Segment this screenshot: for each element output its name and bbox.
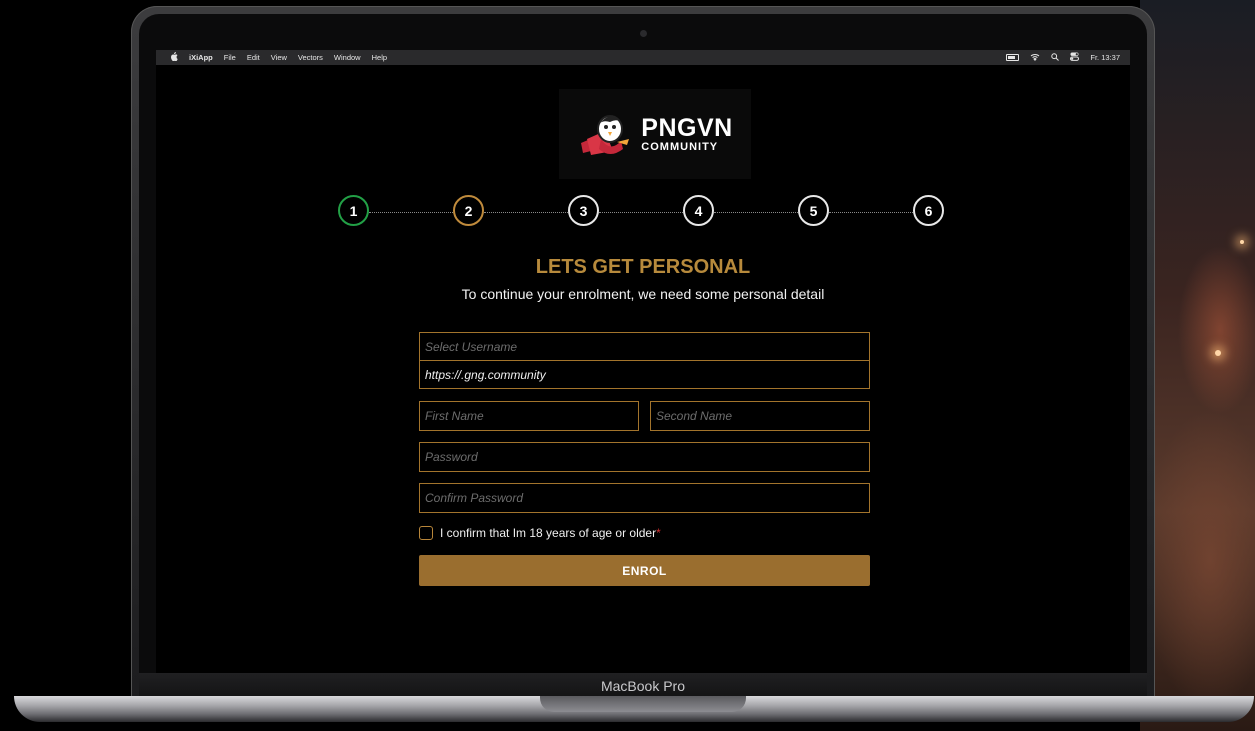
search-icon[interactable]	[1051, 52, 1060, 63]
menu-vectors[interactable]: Vectors	[298, 53, 323, 62]
step-connector	[369, 212, 453, 213]
username-input[interactable]	[419, 332, 870, 361]
menu-edit[interactable]: Edit	[247, 53, 260, 62]
confirm-password-input[interactable]	[419, 483, 870, 513]
camera-icon	[640, 30, 647, 37]
laptop-screen: iXiApp File Edit View Vectors Window Hel…	[156, 50, 1130, 673]
background-light	[1215, 350, 1221, 356]
laptop-notch	[540, 696, 746, 712]
control-center-icon[interactable]	[1070, 52, 1080, 63]
menu-file[interactable]: File	[224, 53, 236, 62]
page-title: LETS GET PERSONAL	[535, 256, 751, 278]
laptop-chin: MacBook Pro	[139, 673, 1147, 698]
background-light	[1240, 240, 1244, 244]
step-4[interactable]: 4	[683, 195, 714, 226]
age-confirm-row: I confirm that Im 18 years of age or old…	[419, 526, 661, 540]
menu-clock[interactable]: Fr. 13:37	[1090, 53, 1120, 62]
community-url-field[interactable]	[419, 360, 870, 389]
step-5[interactable]: 5	[798, 195, 829, 226]
first-name-input[interactable]	[419, 401, 639, 431]
mascot-icon	[581, 115, 630, 155]
second-name-input[interactable]	[650, 401, 870, 431]
step-connector	[484, 212, 568, 213]
step-connector	[599, 212, 683, 213]
enrolment-stepper: 1 2 3 4 5 6	[338, 195, 952, 231]
device-label: MacBook Pro	[600, 677, 686, 694]
step-connector	[714, 212, 798, 213]
logo-subtitle: COMMUNITY	[641, 140, 719, 153]
required-asterisk: *	[656, 526, 661, 540]
menu-help[interactable]: Help	[372, 53, 387, 62]
apple-icon[interactable]	[170, 52, 178, 63]
battery-icon[interactable]	[1006, 54, 1020, 61]
menu-app-name[interactable]: iXiApp	[189, 53, 213, 62]
age-confirm-label[interactable]: I confirm that Im 18 years of age or old…	[440, 526, 656, 540]
password-input[interactable]	[419, 442, 870, 472]
wifi-icon[interactable]	[1030, 53, 1040, 63]
menu-view[interactable]: View	[271, 53, 287, 62]
step-6[interactable]: 6	[913, 195, 944, 226]
step-2[interactable]: 2	[453, 195, 484, 226]
age-confirm-checkbox[interactable]	[419, 526, 433, 540]
logo-title: PNGVN	[641, 113, 733, 142]
brand-logo: PNGVN COMMUNITY	[559, 89, 751, 179]
step-3[interactable]: 3	[568, 195, 599, 226]
background-scene	[1140, 0, 1255, 731]
menu-bar: iXiApp File Edit View Vectors Window Hel…	[156, 50, 1130, 65]
menu-window[interactable]: Window	[334, 53, 361, 62]
enrol-button[interactable]: ENROL	[419, 555, 870, 586]
page-subtitle: To continue your enrolment, we need some…	[461, 286, 825, 302]
step-connector	[829, 212, 913, 213]
step-1[interactable]: 1	[338, 195, 369, 226]
